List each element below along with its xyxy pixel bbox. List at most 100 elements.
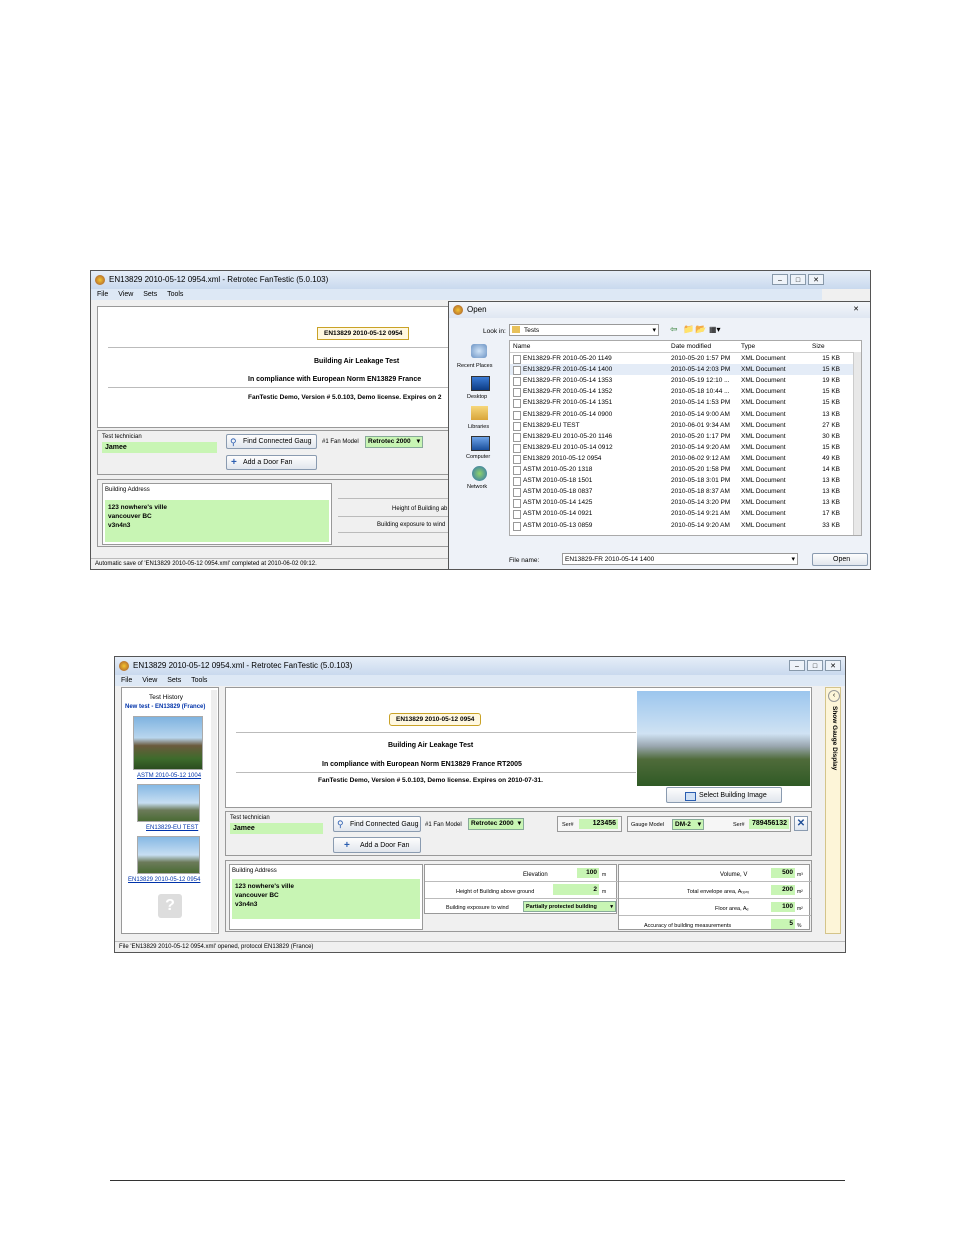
file-row[interactable]: ASTM 2010-05-14 0921 2010-05-14 9:21 AM XM… (510, 508, 855, 520)
find-gauges-button[interactable]: ⚲ Find Connected Gaug (333, 816, 421, 832)
history-new-test[interactable]: New test - EN13829 (France) (125, 703, 205, 712)
menu-file[interactable]: File (97, 291, 108, 298)
file-size: 17 KB (822, 510, 840, 518)
remove-gauge-icon[interactable]: ✕ (794, 816, 808, 831)
title-bar-2: EN13829 2010-05-12 0954.xml - Retrotec F… (115, 657, 845, 675)
look-in-select[interactable]: Tests ▾ (509, 324, 659, 336)
maximize-icon[interactable]: □ (807, 660, 823, 671)
open-button[interactable]: Open (812, 553, 868, 566)
screenshot-1-window: EN13829 2010-05-12 0954.xml - Retrotec F… (90, 270, 871, 570)
gauge-serial-field[interactable]: 789456132 (749, 819, 789, 829)
menu-tools[interactable]: Tools (191, 677, 207, 684)
add-door-fan-button[interactable]: + Add a Door Fan (226, 455, 317, 470)
compliance-text: In compliance with European Norm EN13829… (248, 376, 422, 383)
history-item-3[interactable]: EN13829 2010-05-12 0954 (128, 876, 200, 885)
recent-places-icon[interactable] (471, 344, 487, 358)
menu-view[interactable]: View (142, 677, 157, 684)
file-row[interactable]: EN13829-EU 2010-05-20 1146 2010-05-20 1:1… (510, 431, 855, 442)
file-row[interactable]: EN13829-FR 2010-05-14 1351 2010-05-14 1:5… (510, 397, 855, 409)
add-door-fan-button[interactable]: + Add a Door Fan (333, 837, 421, 853)
file-row[interactable]: EN13829-FR 2010-05-14 1353 2010-05-19 12:… (510, 375, 855, 387)
libraries-icon[interactable] (471, 406, 488, 420)
up-folder-icon[interactable]: 📁 (683, 325, 694, 334)
menu-sets[interactable]: Sets (167, 677, 181, 684)
unknown-image-icon[interactable]: ? (158, 894, 182, 918)
file-row[interactable]: EN13829-FR 2010-05-14 1400 2010-05-14 2:0… (510, 364, 855, 376)
fan-model-select[interactable]: Retrotec 2000 ▾ (365, 436, 423, 448)
file-row[interactable]: EN13829-FR 2010-05-14 0900 2010-05-14 9:0… (510, 409, 855, 420)
dialog-close-icon[interactable]: ✕ (848, 304, 864, 315)
menu-sets[interactable]: Sets (143, 291, 157, 298)
history-thumb-2[interactable] (137, 784, 200, 822)
desktop-label[interactable]: Desktop (467, 393, 487, 402)
xml-file-icon (513, 510, 521, 520)
elevation-label: Elevation (523, 872, 548, 878)
file-name: EN13829-FR 2010-05-14 1352 (523, 388, 613, 396)
file-row[interactable]: EN13829 2010-05-12 0954 2010-06-02 9:12 A… (510, 453, 855, 464)
minimize-icon[interactable]: – (789, 660, 805, 671)
floor-field[interactable]: 100 (771, 902, 795, 912)
file-size: 15 KB (822, 388, 840, 396)
address-field[interactable]: 123 nowhere's ville vancouver BC v3n4n3 (105, 500, 329, 542)
xml-file-icon (513, 366, 521, 376)
libraries-label[interactable]: Libraries (468, 423, 489, 432)
file-row[interactable]: EN13829-FR 2010-05-20 1149 2010-05-20 1:5… (510, 353, 855, 364)
file-row[interactable]: EN13829-FR 2010-05-14 1352 2010-05-18 10:… (510, 386, 855, 398)
history-item-2[interactable]: EN13829-EU TEST (146, 824, 198, 833)
volume-field[interactable]: 500 (771, 868, 795, 878)
scrollbar[interactable] (853, 352, 861, 535)
envelope-field[interactable]: 200 (771, 885, 795, 895)
fan-model-select[interactable]: Retrotec 2000 ▾ (468, 818, 524, 830)
network-icon[interactable] (472, 466, 487, 481)
show-gauge-display-tab[interactable]: ‹ Show Gauge Display (825, 687, 841, 934)
column-type[interactable]: Type (741, 342, 755, 351)
file-row[interactable]: ASTM 2010-05-13 0859 2010-05-14 9:20 AM XM… (510, 520, 855, 531)
file-type: XML Document (741, 466, 786, 473)
filename-input[interactable]: EN13829-FR 2010-05-14 1400 ▾ (562, 553, 798, 565)
menu-file[interactable]: File (121, 677, 132, 684)
history-scrollbar[interactable] (211, 690, 217, 932)
fan-serial-field[interactable]: 123456 (579, 819, 618, 829)
back-icon[interactable]: ⇦ (670, 325, 678, 334)
menu-tools[interactable]: Tools (167, 291, 183, 298)
menu-view[interactable]: View (118, 291, 133, 298)
select-building-image-button[interactable]: Select Building Image (666, 787, 782, 803)
file-row[interactable]: EN13829-EU 2010-05-14 0912 2010-05-14 9:2… (510, 442, 855, 453)
column-name[interactable]: Name (513, 342, 530, 351)
height-field[interactable]: 2 (553, 884, 599, 895)
maximize-icon[interactable]: □ (790, 274, 806, 285)
technician-field[interactable]: Jamee (230, 823, 323, 834)
exposure-select[interactable]: Partially protected building ▾ (523, 901, 616, 912)
column-date[interactable]: Date modified (671, 342, 711, 351)
close-icon[interactable]: ✕ (825, 660, 841, 671)
file-row[interactable]: ASTM 2010-05-14 1425 2010-05-14 3:20 PM XM… (510, 497, 855, 509)
address-field[interactable]: 123 nowhere's ville vancouver BC v3n4n3 (232, 879, 420, 919)
new-folder-icon[interactable]: 📂 (695, 325, 706, 334)
history-item-1[interactable]: ASTM 2010-05-12 1004 (137, 772, 201, 781)
xml-file-icon (513, 432, 521, 442)
view-menu-icon[interactable]: ▦▾ (709, 325, 721, 334)
history-thumb-1[interactable] (133, 716, 203, 770)
desktop-icon[interactable] (471, 376, 490, 391)
file-name: EN13829-FR 2010-05-14 1351 (523, 399, 613, 407)
file-row[interactable]: ASTM 2010-05-18 1501 2010-05-18 3:01 PM XM… (510, 475, 855, 487)
minimize-icon[interactable]: – (772, 274, 788, 285)
computer-label[interactable]: Computer (466, 453, 490, 462)
history-thumb-3[interactable] (137, 836, 200, 874)
file-row[interactable]: ASTM 2010-05-18 0837 2010-05-18 8:37 AM XM… (510, 486, 855, 498)
column-size[interactable]: Size (812, 342, 825, 351)
elevation-field[interactable]: 100 (577, 868, 599, 878)
file-row[interactable]: ASTM 2010-05-20 1318 2010-05-20 1:58 PM XM… (510, 464, 855, 475)
accuracy-field[interactable]: 5 (771, 919, 795, 929)
recent-places-label[interactable]: Recent Places (457, 362, 492, 371)
gauge-model-select[interactable]: DM-2 ▾ (672, 819, 704, 830)
find-gauges-button[interactable]: ⚲ Find Connected Gaug (226, 434, 317, 449)
file-row[interactable]: EN13829-EU TEST 2010-06-01 9:34 AM XML Doc… (510, 420, 855, 431)
heading: Building Air Leakage Test (388, 742, 474, 749)
computer-icon[interactable] (471, 436, 490, 451)
technician-field[interactable]: Jamee (102, 442, 217, 453)
close-icon[interactable]: ✕ (808, 274, 824, 285)
chevron-left-icon: ‹ (828, 690, 840, 702)
envelope-label: Total envelope area, Aₜₑₙᵥ (687, 889, 750, 895)
network-label[interactable]: Network (467, 483, 487, 492)
